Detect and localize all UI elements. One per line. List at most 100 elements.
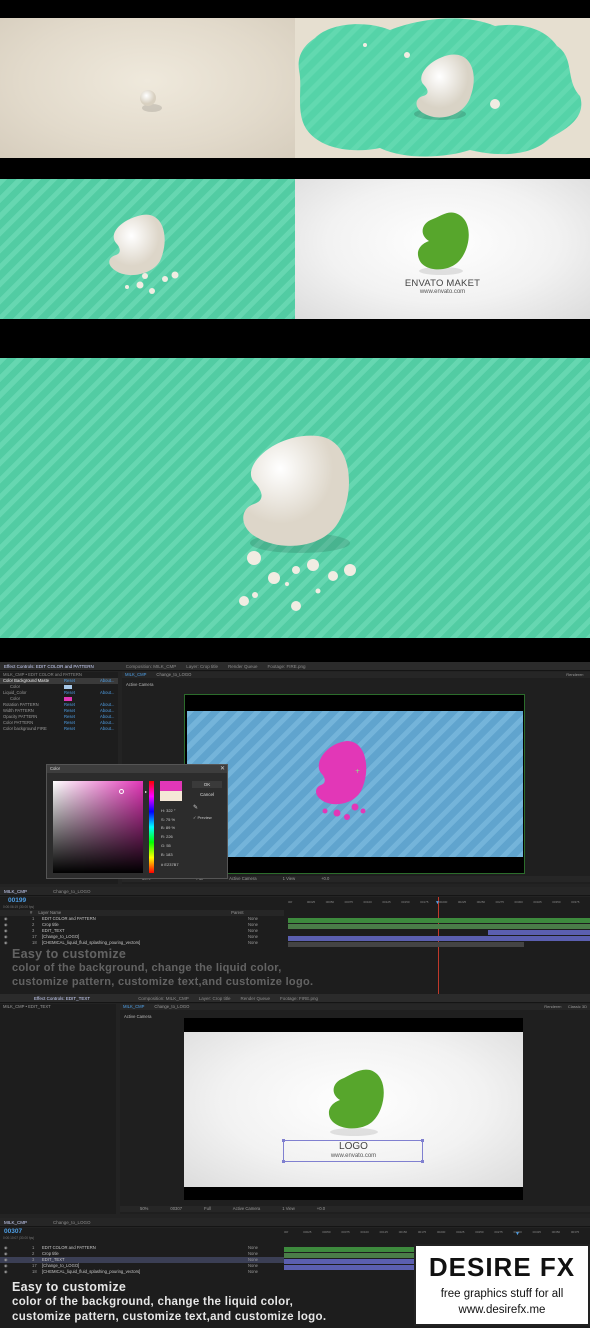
effect-name: Width PATTERN: [3, 708, 34, 713]
hue-arrow-icon[interactable]: ▸: [145, 789, 147, 794]
color-field[interactable]: G: 55: [161, 842, 193, 851]
timeline-tab-change-logo[interactable]: Change_to_LOGO: [53, 889, 91, 894]
frame-number[interactable]: 00307: [170, 1206, 182, 1212]
caption-line-3: customize pattern, customize text,and cu…: [12, 1310, 327, 1323]
ruler-tick: 00125: [379, 1230, 388, 1234]
caption-line-2: color of the background, change the liqu…: [12, 1296, 294, 1308]
camera-select-2[interactable]: Active Camera: [233, 1206, 260, 1212]
resolution-2[interactable]: Full: [204, 1206, 211, 1212]
hex-field[interactable]: # E237B7: [161, 862, 179, 867]
time-ruler-2[interactable]: 00f 00025 00050 00075 00100 00125 00150 00175 00…: [284, 1230, 590, 1238]
ruler-tick: 00025: [306, 900, 316, 904]
preview-checkbox[interactable]: ✓ Preview: [193, 815, 212, 820]
resize-handle-br[interactable]: [421, 1160, 424, 1163]
color-value-fields: H: 322 ° S: 75 % B: 89 % R: 226 G: 55 B: 183: [161, 807, 193, 859]
playhead-marker-icon-2[interactable]: ▼: [515, 1231, 520, 1237]
zoom-level-2[interactable]: 50%: [140, 1206, 148, 1212]
tab-effect-controls[interactable]: Effect Controls: EDIT COLOR and PATTERN: [4, 664, 94, 669]
timecode-2[interactable]: 00307: [4, 1228, 22, 1235]
track-bar-3[interactable]: [488, 930, 590, 935]
layer-row[interactable]: ◉ 18 [CHEMICAL_liquid_fluid_splashing_pour…: [0, 940, 284, 946]
comp-frame-2: LOGO www.envato.com: [184, 1018, 523, 1200]
saturation-brightness-field[interactable]: [53, 781, 143, 873]
milk-logo-large-graphic: [239, 435, 356, 611]
tab-render-queue[interactable]: Render Queue: [228, 664, 258, 669]
track-bar-4[interactable]: [288, 936, 590, 941]
layer-name[interactable]: [CHEMICAL_liquid_fluid_splashing_pouring…: [42, 1269, 170, 1275]
resize-handle-bl[interactable]: [282, 1160, 285, 1163]
renderer-value[interactable]: Classic 3D: [568, 1004, 587, 1010]
track-bar-1[interactable]: [288, 918, 590, 923]
ruler-tick: 00025: [303, 1230, 312, 1234]
tab-effect-controls-2[interactable]: Effect Controls: EDIT_TEXT: [34, 996, 90, 1001]
new-color-swatch: [160, 781, 182, 791]
hue-slider[interactable]: [149, 781, 154, 873]
timecode[interactable]: 00199: [8, 897, 26, 904]
color-field[interactable]: B: 183: [161, 851, 193, 860]
tab-composition-2[interactable]: Composition: MILK_CMP: [138, 996, 189, 1001]
anchor-crosshair-icon: +: [355, 768, 360, 775]
tab-composition[interactable]: Composition: MILK_CMP: [126, 664, 177, 669]
comp-tab-change-logo-2[interactable]: Change_to_LOGO: [154, 1004, 189, 1010]
comp-tab-milk-2[interactable]: MILK_CMP: [123, 1004, 144, 1010]
ruler-tick: 00375: [571, 900, 580, 904]
tab-render-queue-2[interactable]: Render Queue: [240, 996, 270, 1001]
tab-footage[interactable]: Footage: FIRE.png: [268, 664, 306, 669]
effects-list: Color Background Maste Reset About... Color…: [0, 678, 118, 732]
effect-about-link[interactable]: About...: [100, 726, 114, 732]
cancel-button[interactable]: Cancel: [192, 791, 222, 798]
timecode-sub-2: 0:00:10:07 (30.00 fps): [3, 1236, 35, 1240]
green-leaf-logo-icon: [417, 212, 469, 275]
preview-frame-splash: [295, 18, 590, 158]
green-leaf-logo-icon-2: [328, 1069, 384, 1136]
tab-layer-2[interactable]: Layer: Crop title: [199, 996, 231, 1001]
ruler-tick: 00050: [322, 1230, 331, 1234]
brand-url: www.envato.com: [419, 289, 466, 295]
timeline-tab-milk-2[interactable]: MILK_CMP: [4, 1220, 27, 1225]
ruler-tick: 00350: [551, 1230, 561, 1234]
milk-drop-graphic: [140, 90, 162, 112]
ruler-tick: 00050: [325, 900, 335, 904]
ruler-tick: 00225: [457, 900, 467, 904]
color-swatch[interactable]: [64, 697, 72, 701]
old-color-swatch: [160, 791, 182, 801]
view-select[interactable]: 1 View: [283, 876, 296, 882]
color-field[interactable]: B: 89 %: [161, 824, 193, 833]
close-icon[interactable]: ✕: [220, 765, 225, 773]
eye-icon[interactable]: ◉: [4, 1269, 8, 1275]
exposure[interactable]: +0.0: [321, 876, 329, 882]
comp-tab-milk[interactable]: MILK_CMP: [125, 672, 146, 678]
ruler-tick: 00200: [439, 900, 448, 904]
color-picker-handle[interactable]: [119, 789, 124, 794]
color-field[interactable]: H: 322 °: [161, 807, 193, 816]
tab-layer[interactable]: Layer: Crop title: [186, 664, 218, 669]
timeline-tab-milk[interactable]: MILK_CMP: [4, 889, 27, 894]
ok-button[interactable]: OK: [192, 781, 222, 788]
playhead-marker-icon[interactable]: ▼: [435, 900, 440, 906]
layer-row[interactable]: ◉ 18 [CHEMICAL_liquid_fluid_splashing_pour…: [0, 1269, 284, 1275]
ruler-tick: 00375: [570, 1230, 580, 1234]
track-bar-5[interactable]: [288, 942, 524, 947]
ruler-tick: 00175: [420, 900, 429, 904]
comp-tab-change-logo[interactable]: Change_to_LOGO: [156, 672, 191, 678]
exposure-2[interactable]: +0.0: [317, 1206, 325, 1212]
color-field[interactable]: R: 226: [161, 833, 193, 842]
track-bar-2[interactable]: [288, 924, 590, 929]
layer-name[interactable]: [CHEMICAL_liquid_fluid_splashing_pouring…: [42, 940, 170, 946]
layer-parent[interactable]: None: [248, 940, 258, 946]
timeline-tabs-2: MILK_CMP Change_to_LOGO: [0, 1218, 590, 1227]
effect-row[interactable]: Color background FIRE Reset About...: [0, 726, 118, 732]
eye-icon[interactable]: ◉: [4, 940, 8, 946]
eyedropper-icon[interactable]: ✎: [193, 804, 198, 811]
layer-parent[interactable]: None: [248, 1269, 258, 1275]
ruler-tick: 00325: [532, 1230, 541, 1234]
timeline-tab-change-logo-2[interactable]: Change_to_LOGO: [53, 1220, 91, 1225]
tab-footage-2[interactable]: Footage: FIRE.png: [280, 996, 318, 1001]
color-field[interactable]: S: 75 %: [161, 816, 193, 825]
camera-select[interactable]: Active Camera: [229, 876, 256, 882]
ruler-tick: 00200: [437, 1230, 446, 1234]
color-swatch[interactable]: [64, 685, 72, 689]
effect-reset-link[interactable]: Reset: [64, 726, 75, 732]
layer-number: 18: [32, 1269, 37, 1274]
view-select-2[interactable]: 1 View: [282, 1206, 295, 1212]
